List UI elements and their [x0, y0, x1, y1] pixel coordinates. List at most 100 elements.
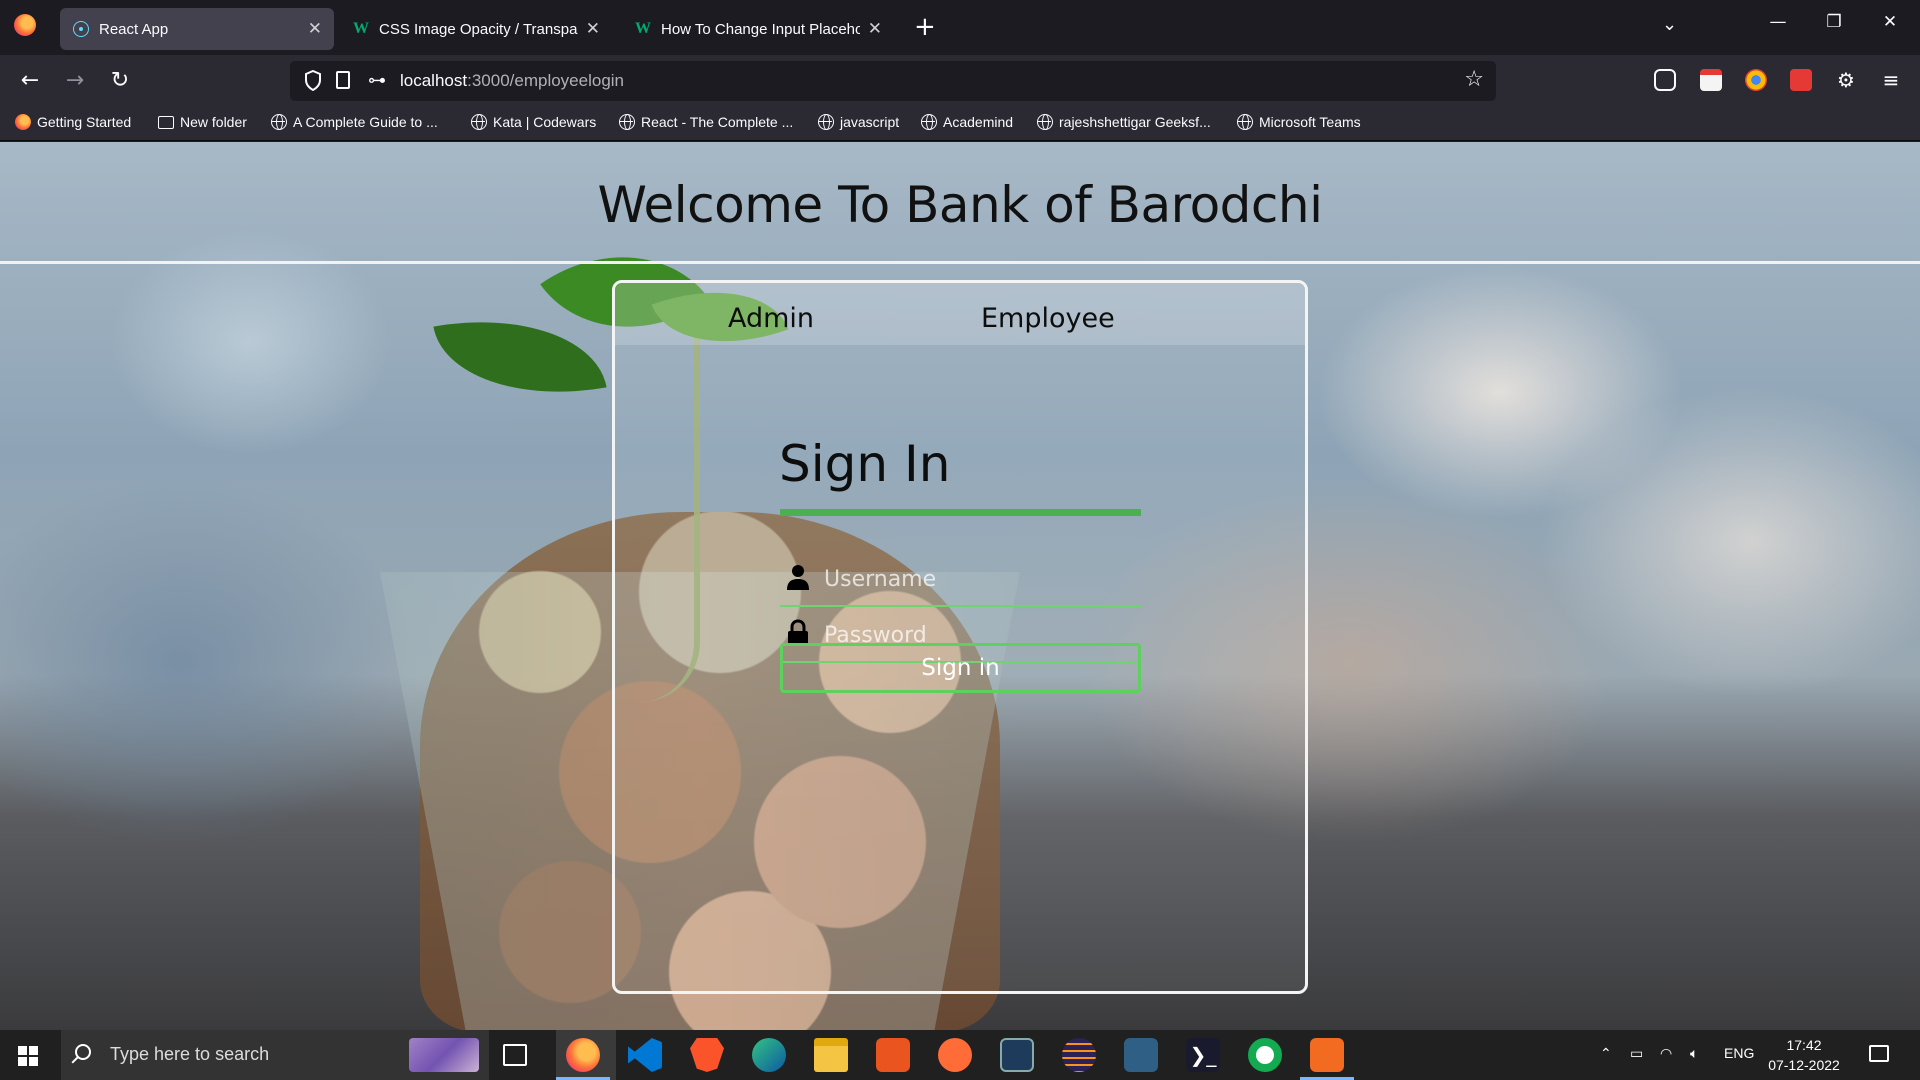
terminal-icon[interactable]: ❯_: [1186, 1038, 1220, 1072]
mysql-icon[interactable]: [1124, 1038, 1158, 1072]
restore-button[interactable]: ❐: [1814, 12, 1854, 32]
bookmark-academind[interactable]: Academind: [921, 114, 1013, 130]
menu-icon[interactable]: ≡: [1880, 69, 1902, 91]
username-field: [780, 553, 1141, 607]
user-icon: [787, 565, 809, 590]
tab-admin[interactable]: Admin: [728, 303, 814, 334]
minimize-button[interactable]: —: [1758, 12, 1798, 32]
key-icon[interactable]: ⊶: [368, 70, 386, 91]
bookmark-javascript[interactable]: javascript: [818, 114, 899, 130]
chevron-down-icon[interactable]: ⌄: [1662, 14, 1677, 35]
url-text[interactable]: localhost:3000/employeelogin: [400, 71, 624, 91]
firefox-icon[interactable]: [14, 14, 36, 36]
bookmark-complete-guide[interactable]: A Complete Guide to ...: [271, 114, 438, 130]
bookmark-getting-started[interactable]: Getting Started: [15, 114, 131, 130]
bookmark-codewars[interactable]: Kata | Codewars: [471, 114, 596, 130]
forward-arrow-icon[interactable]: →: [59, 65, 91, 97]
firefox-taskbar-icon[interactable]: [556, 1038, 610, 1080]
signin-heading: Sign In: [779, 435, 951, 493]
page-title: Welcome To Bank of Barodchi: [597, 176, 1323, 234]
tab-css-image-opacity[interactable]: W CSS Image Opacity / Transparency ✕: [340, 8, 612, 50]
globe-icon: [1037, 114, 1053, 130]
edge-icon[interactable]: [752, 1038, 786, 1072]
eclipse-icon[interactable]: [1062, 1038, 1096, 1072]
tab-react-app[interactable]: React App ✕: [60, 8, 334, 50]
bookmark-label: rajeshshettigar Geeksf...: [1059, 114, 1211, 130]
taskbar-search-box[interactable]: Type here to search: [61, 1030, 489, 1080]
close-icon[interactable]: ✕: [586, 19, 600, 39]
search-placeholder: Type here to search: [110, 1044, 270, 1064]
windows-start-icon[interactable]: [18, 1046, 38, 1066]
calendar-extension-icon[interactable]: [1700, 69, 1722, 91]
tab-title: React App: [99, 20, 169, 38]
bookmark-label: javascript: [840, 114, 900, 130]
role-tabs: Admin Employee: [615, 283, 1305, 345]
tab-title: CSS Image Opacity / Transparency: [379, 20, 578, 38]
chevron-up-icon[interactable]: ⌃: [1600, 1045, 1612, 1062]
speaker-icon[interactable]: 🔈︎: [1690, 1045, 1698, 1062]
clock-time: 17:42: [1786, 1037, 1822, 1053]
wifi-icon[interactable]: ◠: [1660, 1045, 1672, 1062]
shield-icon[interactable]: [304, 70, 322, 91]
bookmarks-toolbar: Getting Started New folder A Complete Gu…: [0, 107, 1920, 141]
taskbar-clock[interactable]: 17:42 07-12-2022: [1764, 1035, 1844, 1075]
w3schools-icon: W: [353, 20, 369, 37]
mysql-workbench-icon[interactable]: [1000, 1038, 1034, 1072]
tab-employee[interactable]: Employee: [981, 303, 1115, 334]
back-arrow-icon[interactable]: ←: [14, 65, 46, 97]
bookmark-label: Getting Started: [37, 114, 132, 130]
url-host: localhost: [400, 71, 468, 90]
navigation-toolbar: ← → ↻ ⊶ localhost:3000/employeelogin ☆ ⚙…: [0, 55, 1920, 107]
search-icon: [75, 1044, 91, 1060]
bookmark-label: New folder: [180, 114, 247, 130]
close-window-button[interactable]: ✕: [1870, 12, 1910, 32]
globe-icon: [818, 114, 834, 130]
close-icon[interactable]: ✕: [868, 19, 882, 39]
bookmark-microsoft-teams[interactable]: Microsoft Teams: [1237, 114, 1361, 130]
postman-icon[interactable]: [938, 1038, 972, 1072]
bookmark-label: Kata | Codewars: [493, 114, 597, 130]
search-highlight-image: [409, 1038, 479, 1072]
language-indicator[interactable]: ENG: [1724, 1045, 1754, 1061]
ubuntu-icon[interactable]: [876, 1038, 910, 1072]
vscode-icon[interactable]: [628, 1038, 662, 1072]
bookmark-label: Academind: [943, 114, 1014, 130]
clock-date: 07-12-2022: [1768, 1057, 1840, 1073]
notification-icon[interactable]: [1869, 1045, 1889, 1062]
w3schools-icon: W: [635, 20, 651, 37]
globe-icon: [1237, 114, 1253, 130]
reload-icon[interactable]: ↻: [104, 65, 136, 97]
title-divider: [0, 261, 1920, 264]
url-path: :3000/employeelogin: [467, 71, 625, 90]
browser-tab-bar: React App ✕ W CSS Image Opacity / Transp…: [0, 0, 1920, 55]
battery-icon[interactable]: ▭: [1630, 1045, 1643, 1062]
task-view-icon[interactable]: [503, 1044, 527, 1066]
username-input[interactable]: [824, 561, 1134, 597]
file-explorer-icon[interactable]: [814, 1038, 848, 1072]
signin-button[interactable]: Sign in: [780, 643, 1141, 693]
address-bar[interactable]: ⊶ localhost:3000/employeelogin ☆: [290, 61, 1496, 101]
gear-icon[interactable]: ⚙: [1835, 69, 1857, 91]
new-tab-button[interactable]: +: [914, 12, 936, 42]
globe-icon: [619, 114, 635, 130]
react-icon: [72, 20, 90, 38]
close-icon[interactable]: ✕: [308, 19, 322, 39]
star-icon[interactable]: ☆: [1464, 67, 1484, 92]
bookmark-new-folder[interactable]: New folder: [158, 114, 247, 130]
pocket-icon[interactable]: [1654, 69, 1676, 91]
bookmark-label: Microsoft Teams: [1259, 114, 1361, 130]
chrome-extension-icon[interactable]: [1745, 69, 1767, 91]
globe-icon: [271, 114, 287, 130]
tab-input-placeholder[interactable]: W How To Change Input Placeholder Color …: [622, 8, 894, 50]
puzzle-extension-icon[interactable]: [1790, 69, 1812, 91]
xampp-icon[interactable]: [1300, 1038, 1354, 1080]
mongodb-compass-icon[interactable]: [1248, 1038, 1282, 1072]
globe-icon: [921, 114, 937, 130]
bookmark-geeksforgeeks[interactable]: rajeshshettigar Geeksf...: [1037, 114, 1211, 130]
brave-icon[interactable]: [690, 1038, 724, 1072]
windows-taskbar: Type here to search ❯_ ⌃ ▭ ◠ 🔈︎ ENG 17:4…: [0, 1030, 1920, 1080]
bookmark-react-complete[interactable]: React - The Complete ...: [619, 114, 793, 130]
bookmark-label: React - The Complete ...: [641, 114, 794, 130]
page-icon[interactable]: [336, 71, 350, 89]
bookmark-label: A Complete Guide to ...: [293, 114, 438, 130]
